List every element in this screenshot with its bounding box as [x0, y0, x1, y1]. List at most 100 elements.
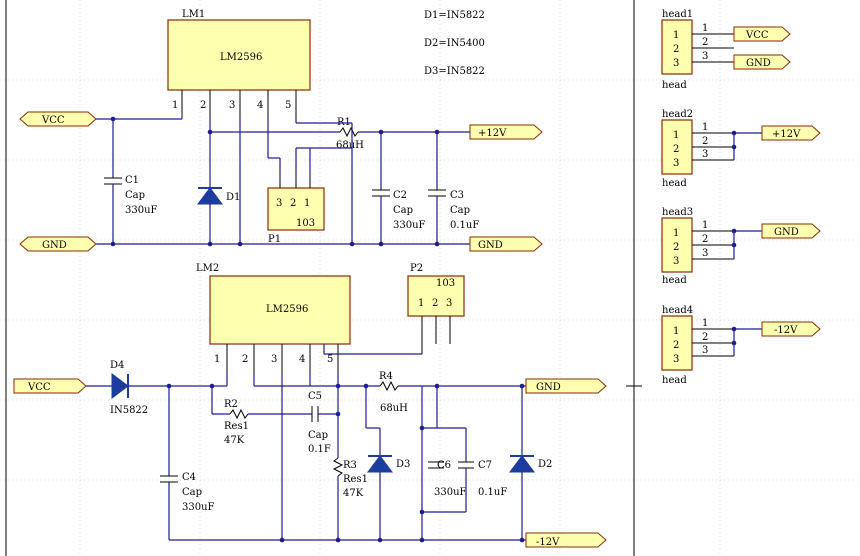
head4-pin-3: 3 [673, 354, 679, 365]
r3-ref: R3 [343, 460, 357, 471]
c5-value: 0.1F [308, 444, 331, 455]
r3-type: Res1 [343, 474, 368, 485]
head4-name: head4 [662, 305, 693, 316]
head2-pin-2: 2 [673, 144, 679, 155]
d4-symbol[interactable] [111, 373, 129, 399]
p1-pin-1: 1 [304, 198, 310, 209]
d3-ref: D3 [396, 459, 410, 470]
head2-label: head [662, 178, 687, 189]
head3-wire-2: 2 [702, 234, 708, 245]
note-d1: D1=IN5822 [424, 10, 485, 21]
head1-pin-1: 1 [673, 30, 679, 41]
port-gnd-top-right-label: GND [478, 240, 503, 251]
head2-wire-1: 1 [702, 122, 708, 133]
head1-pin-2: 2 [673, 44, 679, 55]
head1-label: head [662, 80, 687, 91]
lm2-pin-3: 3 [271, 354, 277, 365]
p1-pin-3: 3 [276, 198, 282, 209]
head1-port-gnd-label: GND [746, 58, 771, 69]
head4-wire-3: 3 [702, 345, 708, 356]
c1-value: 330uF [125, 205, 158, 216]
lm2-designator: LM2 [196, 263, 219, 274]
p2-pin-1: 1 [418, 298, 424, 309]
c2-type: Cap [393, 205, 413, 216]
head3-pin-1: 1 [673, 228, 679, 239]
head1-name: head1 [662, 9, 693, 20]
head1-pin-3: 3 [673, 58, 679, 69]
head1-wire-1: 1 [702, 23, 708, 34]
lm2-part: LM2596 [266, 304, 308, 315]
port-vcc-top-label: VCC [41, 115, 65, 126]
r4-value: 68uH [380, 403, 408, 414]
head2-wire-2: 2 [702, 136, 708, 147]
head3-port-gnd-label: GND [774, 227, 799, 238]
r1-value: 68uH [336, 140, 364, 151]
head2-wire-3: 3 [702, 149, 708, 160]
d1-ref: D1 [226, 192, 240, 203]
head1-port-vcc-label: VCC [745, 30, 769, 41]
head3-wire-1: 1 [702, 220, 708, 231]
lm1-pin-1: 1 [172, 100, 178, 111]
schematic-canvas: D1=IN5822 D2=IN5400 D3=IN5822 LM1 LM2596… [0, 0, 860, 556]
head2-pin-1: 1 [673, 130, 679, 141]
head3: head3 1 2 3 head 1 2 3 GND [661, 207, 821, 286]
head1-wire-3: 3 [702, 51, 708, 62]
p1-ref: P1 [268, 234, 281, 245]
port-p12-top-label: +12V [478, 128, 507, 139]
head3-pin-2: 2 [673, 242, 679, 253]
head1-wire-2: 2 [702, 37, 708, 48]
note-d3: D3=IN5822 [424, 66, 485, 77]
bottom-circuit: LM2 LM2596 1 2 3 4 5 P2 103 1 2 3 D4 IN5… [13, 263, 607, 548]
port-gnd-bottom-label: GND [536, 382, 561, 393]
c2-value: 330uF [393, 220, 426, 231]
d2-symbol[interactable] [509, 455, 535, 473]
head2-port-p12-label: +12V [772, 129, 801, 140]
c5-type: Cap [308, 430, 328, 441]
c2-ref: C2 [393, 190, 407, 201]
c3-value: 0.1uF [450, 220, 479, 231]
lm2-pin-2: 2 [242, 354, 248, 365]
note-d2: D2=IN5400 [424, 38, 485, 49]
c6-value: 330uF [434, 487, 467, 498]
c6-ref: C6 [437, 460, 451, 471]
c1-type: Cap [125, 190, 145, 201]
lm2-pin-4: 4 [299, 354, 305, 365]
d1-symbol[interactable] [197, 187, 223, 205]
head4-wire-1: 1 [702, 318, 708, 329]
c5-ref: C5 [308, 391, 322, 402]
head3-label: head [662, 275, 687, 286]
port-gnd-top-label: GND [42, 240, 67, 251]
r3-value: 47K [343, 488, 364, 499]
head3-wire-3: 3 [702, 248, 708, 259]
lm1-pin-5: 5 [285, 100, 291, 111]
head4-pin-2: 2 [673, 340, 679, 351]
r4-ref: R4 [379, 371, 393, 382]
lm1-part: LM2596 [220, 52, 262, 63]
lm2-pin-1: 1 [214, 354, 220, 365]
r2-ref: R2 [224, 399, 238, 410]
head3-pin-3: 3 [673, 256, 679, 267]
head4-wire-2: 2 [702, 332, 708, 343]
r2-value: 47K [224, 435, 245, 446]
d3-symbol[interactable] [367, 455, 393, 473]
d4-ref: D4 [110, 360, 124, 371]
head4-port-m12-label: -12V [774, 325, 798, 336]
c7-value: 0.1uF [478, 487, 507, 498]
head4: head4 1 2 3 head 1 2 3 -12V [661, 305, 821, 386]
c3-type: Cap [450, 205, 470, 216]
lm1-pin-3: 3 [229, 100, 235, 111]
head1: head1 1 2 3 head 1 2 3 VCC GND [661, 9, 791, 91]
lm2-pin-5: 5 [327, 354, 333, 365]
p1-value: 103 [296, 218, 315, 229]
lm1-designator: LM1 [182, 9, 205, 20]
c7-ref: C7 [478, 460, 492, 471]
head4-label: head [662, 375, 687, 386]
p2-pin-3: 3 [446, 298, 452, 309]
d4-value: IN5822 [110, 405, 148, 416]
p1-pin-2: 2 [290, 198, 296, 209]
lm1-pin-4: 4 [257, 100, 263, 111]
p2-value: 103 [436, 278, 455, 289]
c1-ref: C1 [125, 175, 139, 186]
lm1-pin-2: 2 [200, 100, 206, 111]
port-m12-bottom-label: -12V [536, 537, 560, 548]
